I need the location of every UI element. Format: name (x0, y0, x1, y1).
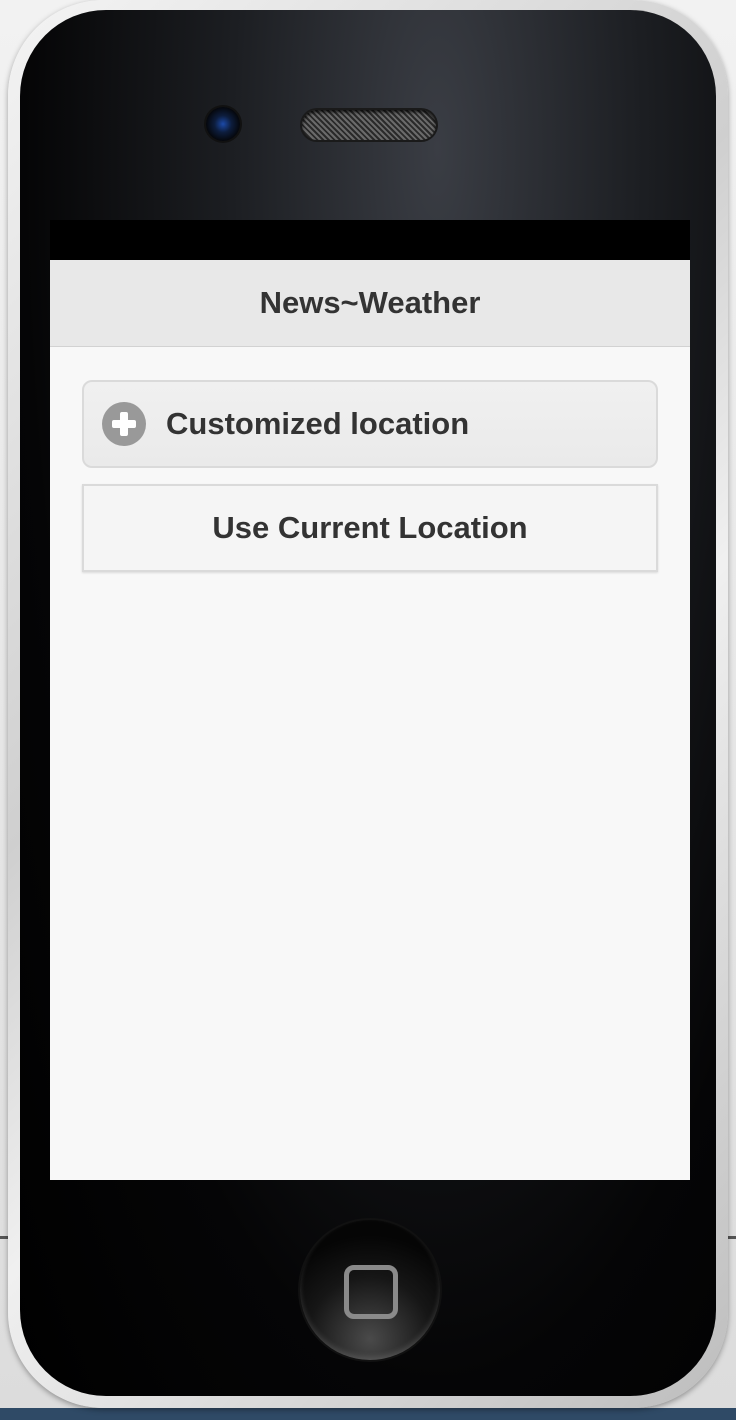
phone-screen: News~Weather Customized location Use Cur… (50, 220, 690, 1180)
page-title: News~Weather (259, 285, 481, 320)
earpiece-speaker-icon (302, 110, 436, 140)
plus-circle-icon (102, 402, 146, 446)
use-current-location-button[interactable]: Use Current Location (82, 484, 658, 572)
main-content: Customized location Use Current Location (50, 347, 690, 572)
iphone-simulator-frame: News~Weather Customized location Use Cur… (8, 0, 728, 1408)
home-button[interactable] (300, 1220, 440, 1360)
use-current-location-label: Use Current Location (212, 510, 528, 545)
customized-location-label: Customized location (166, 406, 470, 441)
rounded-square-icon (344, 1265, 398, 1319)
customized-location-button[interactable]: Customized location (82, 380, 658, 468)
background-taskbar-strip (0, 1408, 736, 1420)
app-header: News~Weather (50, 260, 690, 347)
front-camera-icon (206, 107, 240, 141)
phone-face: News~Weather Customized location Use Cur… (20, 10, 716, 1396)
status-bar (50, 220, 690, 260)
